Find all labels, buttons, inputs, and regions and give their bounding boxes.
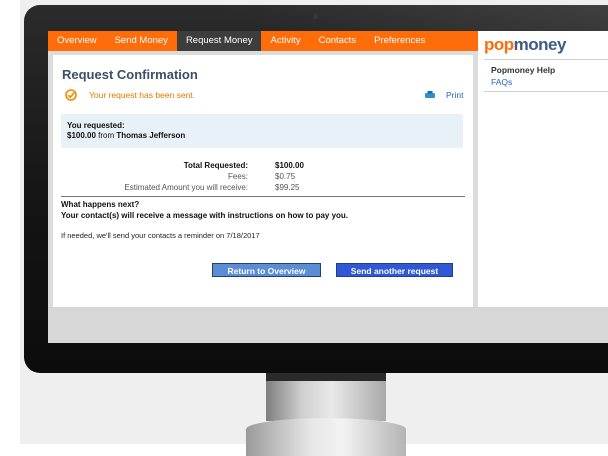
confirmation-panel: Request Confirmation Your request has be… — [53, 55, 473, 325]
nav-item-send-money[interactable]: Send Money — [106, 31, 177, 51]
nav-item-preferences[interactable]: Preferences — [365, 31, 434, 51]
success-message: Your request has been sent. — [89, 90, 196, 100]
monitor-stand-base — [246, 418, 406, 456]
top-nav: Overview Send Money Request Money Activi… — [48, 31, 478, 51]
sidebar-divider — [484, 59, 608, 60]
nav-item-overview[interactable]: Overview — [48, 31, 106, 51]
send-another-request-button[interactable]: Send another request — [336, 263, 453, 277]
estimated-amount-value: $99.25 — [275, 183, 300, 192]
fees-value: $0.75 — [275, 172, 296, 181]
sidebar: popmoney Popmoney Help FAQs — [478, 31, 608, 307]
total-requested-value: $100.00 — [275, 161, 304, 170]
requested-line: $100.00 from Thomas Jefferson — [67, 131, 185, 140]
check-circle-icon — [65, 89, 77, 101]
next-steps-title: What happens next? — [61, 200, 140, 209]
return-to-overview-button[interactable]: Return to Overview — [212, 263, 321, 277]
monitor-screen: Overview Send Money Request Money Activi… — [48, 31, 608, 343]
nav-item-activity[interactable]: Activity — [261, 31, 309, 51]
print-link[interactable]: Print — [446, 90, 463, 100]
requested-label: You requested: — [67, 121, 125, 130]
footer-strip — [48, 307, 608, 343]
nav-item-request-money[interactable]: Request Money — [176, 31, 262, 51]
help-title: Popmoney Help — [491, 65, 556, 75]
page-title: Request Confirmation — [62, 67, 198, 82]
estimated-amount-label: Estimated Amount you will receive: — [124, 183, 248, 192]
nav-item-contacts[interactable]: Contacts — [310, 31, 366, 51]
sidebar-divider-bottom — [484, 91, 608, 92]
requested-from: from — [98, 131, 115, 140]
popmoney-logo[interactable]: popmoney — [484, 35, 566, 55]
requested-amount: $100.00 — [67, 131, 96, 140]
logo-money: money — [513, 35, 567, 54]
logo-pop: pop — [484, 35, 514, 54]
webcam-icon — [313, 14, 318, 19]
reminder-text: If needed, we'll send your contacts a re… — [61, 231, 260, 240]
section-divider — [61, 196, 465, 197]
requested-contact: Thomas Jefferson — [116, 131, 186, 140]
monitor-stand-joint — [266, 373, 386, 381]
next-steps-message: Your contact(s) will receive a message w… — [61, 211, 349, 220]
printer-icon[interactable] — [425, 91, 435, 99]
fees-label: Fees: — [227, 172, 248, 181]
faqs-link[interactable]: FAQs — [491, 77, 512, 87]
main-area: Overview Send Money Request Money Activi… — [48, 31, 478, 336]
total-requested-label: Total Requested: — [183, 161, 248, 170]
